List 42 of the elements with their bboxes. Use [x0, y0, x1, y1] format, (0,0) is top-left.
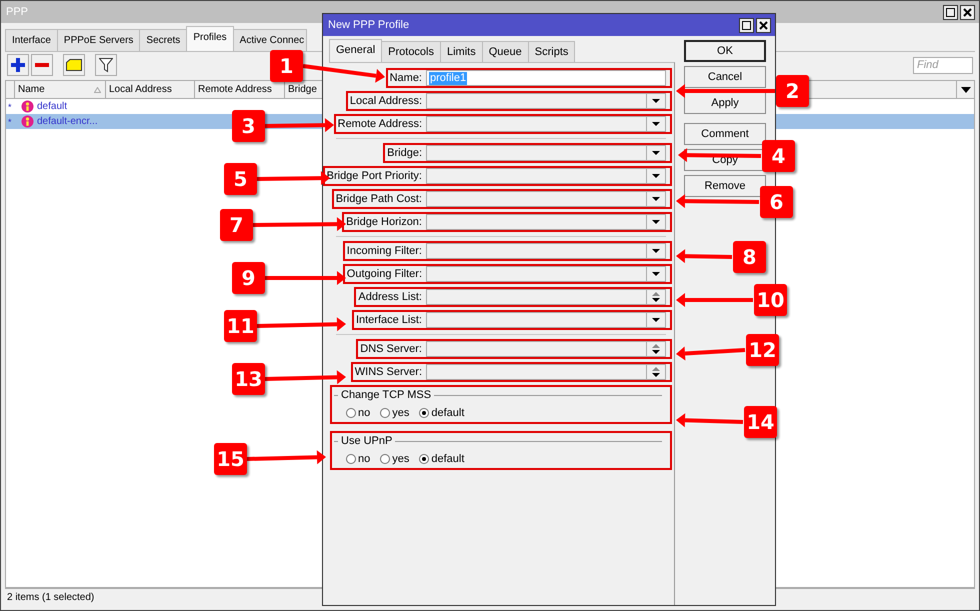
field-label: Bridge Path Cost: — [336, 193, 422, 205]
field-label: Local Address: — [350, 95, 422, 107]
group-title: Change TCP MSS — [341, 389, 432, 401]
field-label: WINS Server: — [354, 366, 422, 378]
radio-label: default — [431, 453, 464, 465]
callout-badge: 7 — [220, 209, 253, 241]
callout-badge: 12 — [746, 334, 779, 366]
field-label: Name: — [390, 72, 422, 84]
callout-badge: 8 — [733, 241, 766, 273]
callout-badge: 9 — [232, 262, 265, 294]
callout-badge: 4 — [762, 140, 795, 172]
callout-badge: 5 — [224, 163, 257, 195]
field-label: Incoming Filter: — [346, 245, 422, 257]
dialog-title: New PPP Profile — [328, 19, 410, 31]
radio-label: default — [431, 407, 464, 419]
callout-badge: 1 — [270, 50, 303, 82]
callout-badge: 14 — [744, 406, 777, 438]
field-label: Outgoing Filter: — [346, 268, 422, 280]
callout-badge: 2 — [776, 75, 809, 107]
callout-badge: 6 — [760, 186, 793, 218]
callout-badge: 10 — [754, 284, 787, 316]
callout-badge: 11 — [224, 310, 257, 342]
field-label: Bridge Horizon: — [346, 216, 422, 228]
callout-badge: 3 — [232, 110, 265, 142]
profile-name: default-encr... — [37, 116, 98, 127]
field-label: DNS Server: — [360, 343, 422, 355]
row-marker: * — [7, 116, 13, 126]
field-label: Bridge: — [387, 147, 422, 159]
callout-badge: 15 — [214, 443, 247, 475]
radio-label: yes — [392, 453, 410, 465]
callout-badge: 13 — [232, 363, 265, 395]
row-marker: * — [7, 102, 13, 112]
radio-label: no — [358, 407, 370, 419]
field-label: Interface List: — [356, 314, 422, 326]
group-title: Use UPnP — [341, 435, 392, 447]
profile-name: default — [37, 101, 68, 112]
radio-label: yes — [392, 407, 410, 419]
field-label: Bridge Port Priority: — [326, 170, 422, 182]
window-title: PPP — [6, 6, 30, 18]
radio-label: no — [358, 453, 370, 465]
field-label: Address List: — [358, 291, 422, 303]
field-label: Remote Address: — [338, 118, 422, 130]
